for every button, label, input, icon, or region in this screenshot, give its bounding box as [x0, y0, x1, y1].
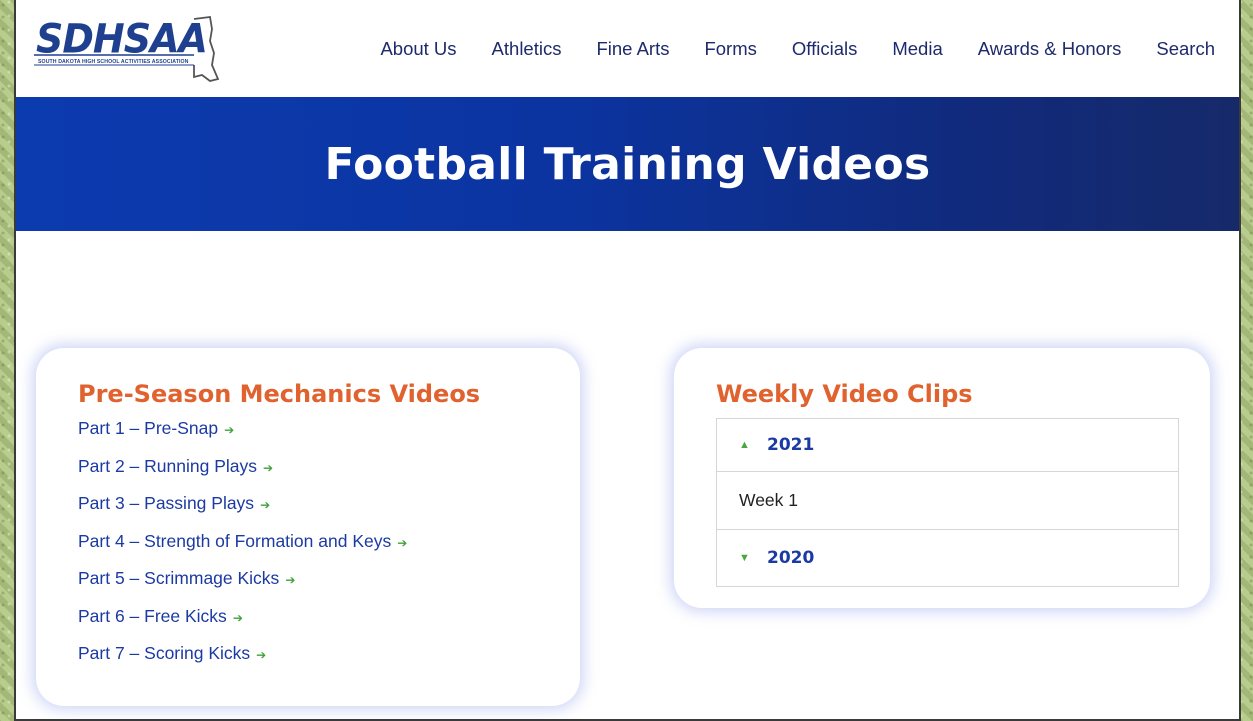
page-banner: Football Training Videos [16, 97, 1239, 231]
weekly-card-title: Weekly Video Clips [716, 380, 973, 408]
arrow-right-icon: ➔ [397, 535, 408, 550]
caret-down-icon: ▼ [739, 551, 750, 564]
arrow-right-icon: ➔ [263, 460, 274, 475]
page-title: Football Training Videos [324, 138, 931, 190]
accordion-header-2020[interactable]: ▼ 2020 [717, 528, 1178, 587]
nav-officials[interactable]: Officials [792, 38, 857, 60]
arrow-right-icon: ➔ [260, 498, 271, 512]
video-link-part-3[interactable]: Part 3 – Passing Plays ➔ [78, 493, 538, 531]
accordion-item-week-1[interactable]: Week 1 [717, 471, 1178, 529]
video-link-label: Part 1 – Pre-Snap [78, 418, 219, 438]
weekly-clips-card: Weekly Video Clips ▲ 2021 Week 1 ▼ 2020 [674, 348, 1210, 608]
logo-wordmark: SDHSAA [36, 15, 208, 62]
video-link-label: Part 7 – Scoring Kicks [78, 643, 251, 663]
video-link-label: Part 5 – Scrimmage Kicks [78, 568, 280, 588]
accordion-item-label: Week 1 [739, 489, 799, 510]
accordion-year-label: 2020 [767, 547, 815, 568]
preseason-videos-card: Pre-Season Mechanics Videos Part 1 – Pre… [36, 348, 580, 706]
video-link-part-1[interactable]: Part 1 – Pre-Snap ➔ [78, 418, 538, 456]
video-link-part-6[interactable]: Part 6 – Free Kicks ➔ [78, 606, 538, 644]
page-frame: SDHSAA SOUTH DAKOTA HIGH SCHOOL ACTIVITI… [14, 0, 1241, 721]
arrow-right-icon: ➔ [256, 648, 267, 662]
video-link-label: Part 6 – Free Kicks [78, 605, 227, 626]
arrow-right-icon: ➔ [232, 610, 243, 625]
video-link-part-5[interactable]: Part 5 – Scrimmage Kicks ➔ [78, 568, 538, 606]
nav-athletics[interactable]: Athletics [492, 38, 562, 60]
video-link-label: Part 4 – Strength of Formation and Keys [78, 530, 392, 551]
nav-awards-honors[interactable]: Awards & Honors [978, 38, 1122, 60]
arrow-right-icon: ➔ [224, 423, 235, 437]
logo-subtitle: SOUTH DAKOTA HIGH SCHOOL ACTIVITIES ASSO… [38, 58, 189, 65]
accordion-header-2021[interactable]: ▲ 2021 [717, 419, 1178, 471]
nav-about-us[interactable]: About Us [380, 38, 456, 60]
accordion-year-label: 2021 [767, 435, 815, 455]
video-link-part-4[interactable]: Part 4 – Strength of Formation and Keys ➔ [78, 531, 538, 569]
main-nav: About Us Athletics Fine Arts Forms Offic… [380, 38, 1215, 60]
weekly-accordion: ▲ 2021 Week 1 ▼ 2020 [716, 418, 1179, 587]
video-link-label: Part 2 – Running Plays [78, 455, 257, 476]
arrow-right-icon: ➔ [285, 573, 296, 587]
nav-forms[interactable]: Forms [704, 38, 756, 60]
video-link-part-7[interactable]: Part 7 – Scoring Kicks ➔ [78, 643, 538, 681]
video-link-label: Part 3 – Passing Plays [78, 493, 255, 513]
nav-search[interactable]: Search [1156, 38, 1215, 60]
nav-fine-arts[interactable]: Fine Arts [596, 38, 669, 60]
nav-media[interactable]: Media [892, 38, 942, 60]
caret-up-icon: ▲ [739, 439, 750, 451]
video-link-part-2[interactable]: Part 2 – Running Plays ➔ [78, 456, 538, 494]
preseason-card-title: Pre-Season Mechanics Videos [78, 380, 481, 408]
sdhsaa-logo[interactable]: SDHSAA SOUTH DAKOTA HIGH SCHOOL ACTIVITI… [34, 15, 220, 83]
preseason-video-list: Part 1 – Pre-Snap ➔ Part 2 – Running Play… [78, 418, 538, 681]
site-header: SDHSAA SOUTH DAKOTA HIGH SCHOOL ACTIVITI… [16, 0, 1239, 97]
